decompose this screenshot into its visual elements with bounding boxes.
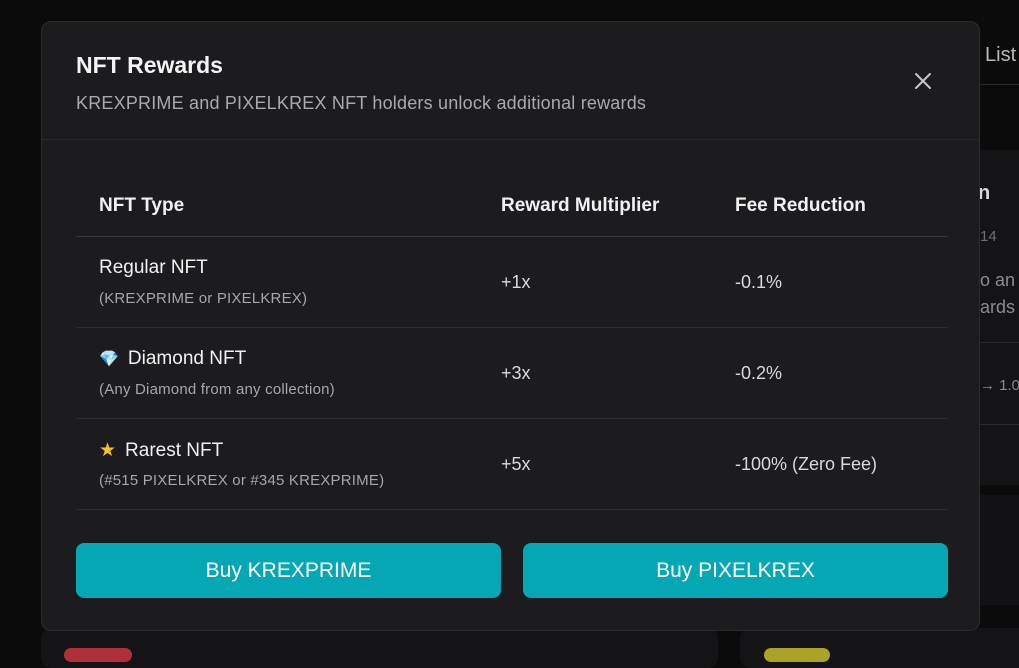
background-divider-2 bbox=[980, 342, 1019, 343]
modal-title: NFT Rewards bbox=[76, 52, 223, 78]
header-reward-multiplier: Reward Multiplier bbox=[501, 195, 660, 216]
buy-krexprime-button[interactable]: Buy KREXPRIME bbox=[76, 543, 501, 598]
reward-multiplier-value: +5x bbox=[501, 454, 531, 474]
close-button[interactable] bbox=[908, 66, 938, 96]
background-card-line2: ards bbox=[980, 297, 1016, 317]
background-card-value: → 1.0 bbox=[980, 377, 1019, 394]
background-badge-yellow bbox=[764, 648, 830, 662]
background-card-line1: o an bbox=[980, 270, 1016, 290]
rewards-table: NFT Type Reward Multiplier Fee Reduction… bbox=[76, 182, 948, 510]
background-divider-3 bbox=[980, 424, 1019, 425]
buy-pixelkrex-button[interactable]: Buy PIXELKREX bbox=[523, 543, 948, 598]
background-divider bbox=[980, 84, 1019, 85]
table-row: Regular NFT (KREXPRIME or PIXELKREX) +1x… bbox=[76, 237, 948, 328]
nft-type-name: 💎 Diamond NFT bbox=[99, 348, 247, 369]
modal-subtitle: KREXPRIME and PIXELKREX NFT holders unlo… bbox=[76, 93, 647, 113]
star-icon: ★ bbox=[99, 440, 117, 461]
close-icon bbox=[915, 73, 931, 89]
nft-type-description: (Any Diamond from any collection) bbox=[99, 381, 335, 398]
table-header: NFT Type Reward Multiplier Fee Reduction bbox=[76, 182, 948, 237]
background-card-bottom-left bbox=[41, 628, 718, 668]
reward-multiplier-value: +1x bbox=[501, 272, 531, 292]
background-badge-red bbox=[64, 648, 132, 662]
background-tab-list[interactable]: List bbox=[985, 44, 1016, 67]
table-row: 💎 Diamond NFT (Any Diamond from any coll… bbox=[76, 328, 948, 419]
header-divider bbox=[42, 139, 979, 140]
nft-type-description: (KREXPRIME or PIXELKREX) bbox=[99, 290, 308, 307]
nft-type-description: (#515 PIXELKREX or #345 KREXPRIME) bbox=[99, 472, 385, 489]
fee-reduction-value: -100% (Zero Fee) bbox=[735, 454, 878, 474]
fee-reduction-value: -0.2% bbox=[735, 363, 783, 383]
nft-type-name: Regular NFT bbox=[99, 257, 208, 278]
header-fee-reduction: Fee Reduction bbox=[735, 195, 866, 216]
nft-rewards-modal: NFT Rewards KREXPRIME and PIXELKREX NFT … bbox=[41, 21, 980, 631]
nft-type-name: ★ Rarest NFT bbox=[99, 439, 224, 462]
background-card-date: 14 bbox=[980, 228, 997, 245]
table-row: ★ Rarest NFT (#515 PIXELKREX or #345 KRE… bbox=[76, 419, 948, 510]
fee-reduction-value: -0.1% bbox=[735, 272, 783, 292]
reward-multiplier-value: +3x bbox=[501, 363, 531, 383]
header-nft-type: NFT Type bbox=[99, 195, 185, 216]
diamond-icon: 💎 bbox=[99, 351, 119, 368]
